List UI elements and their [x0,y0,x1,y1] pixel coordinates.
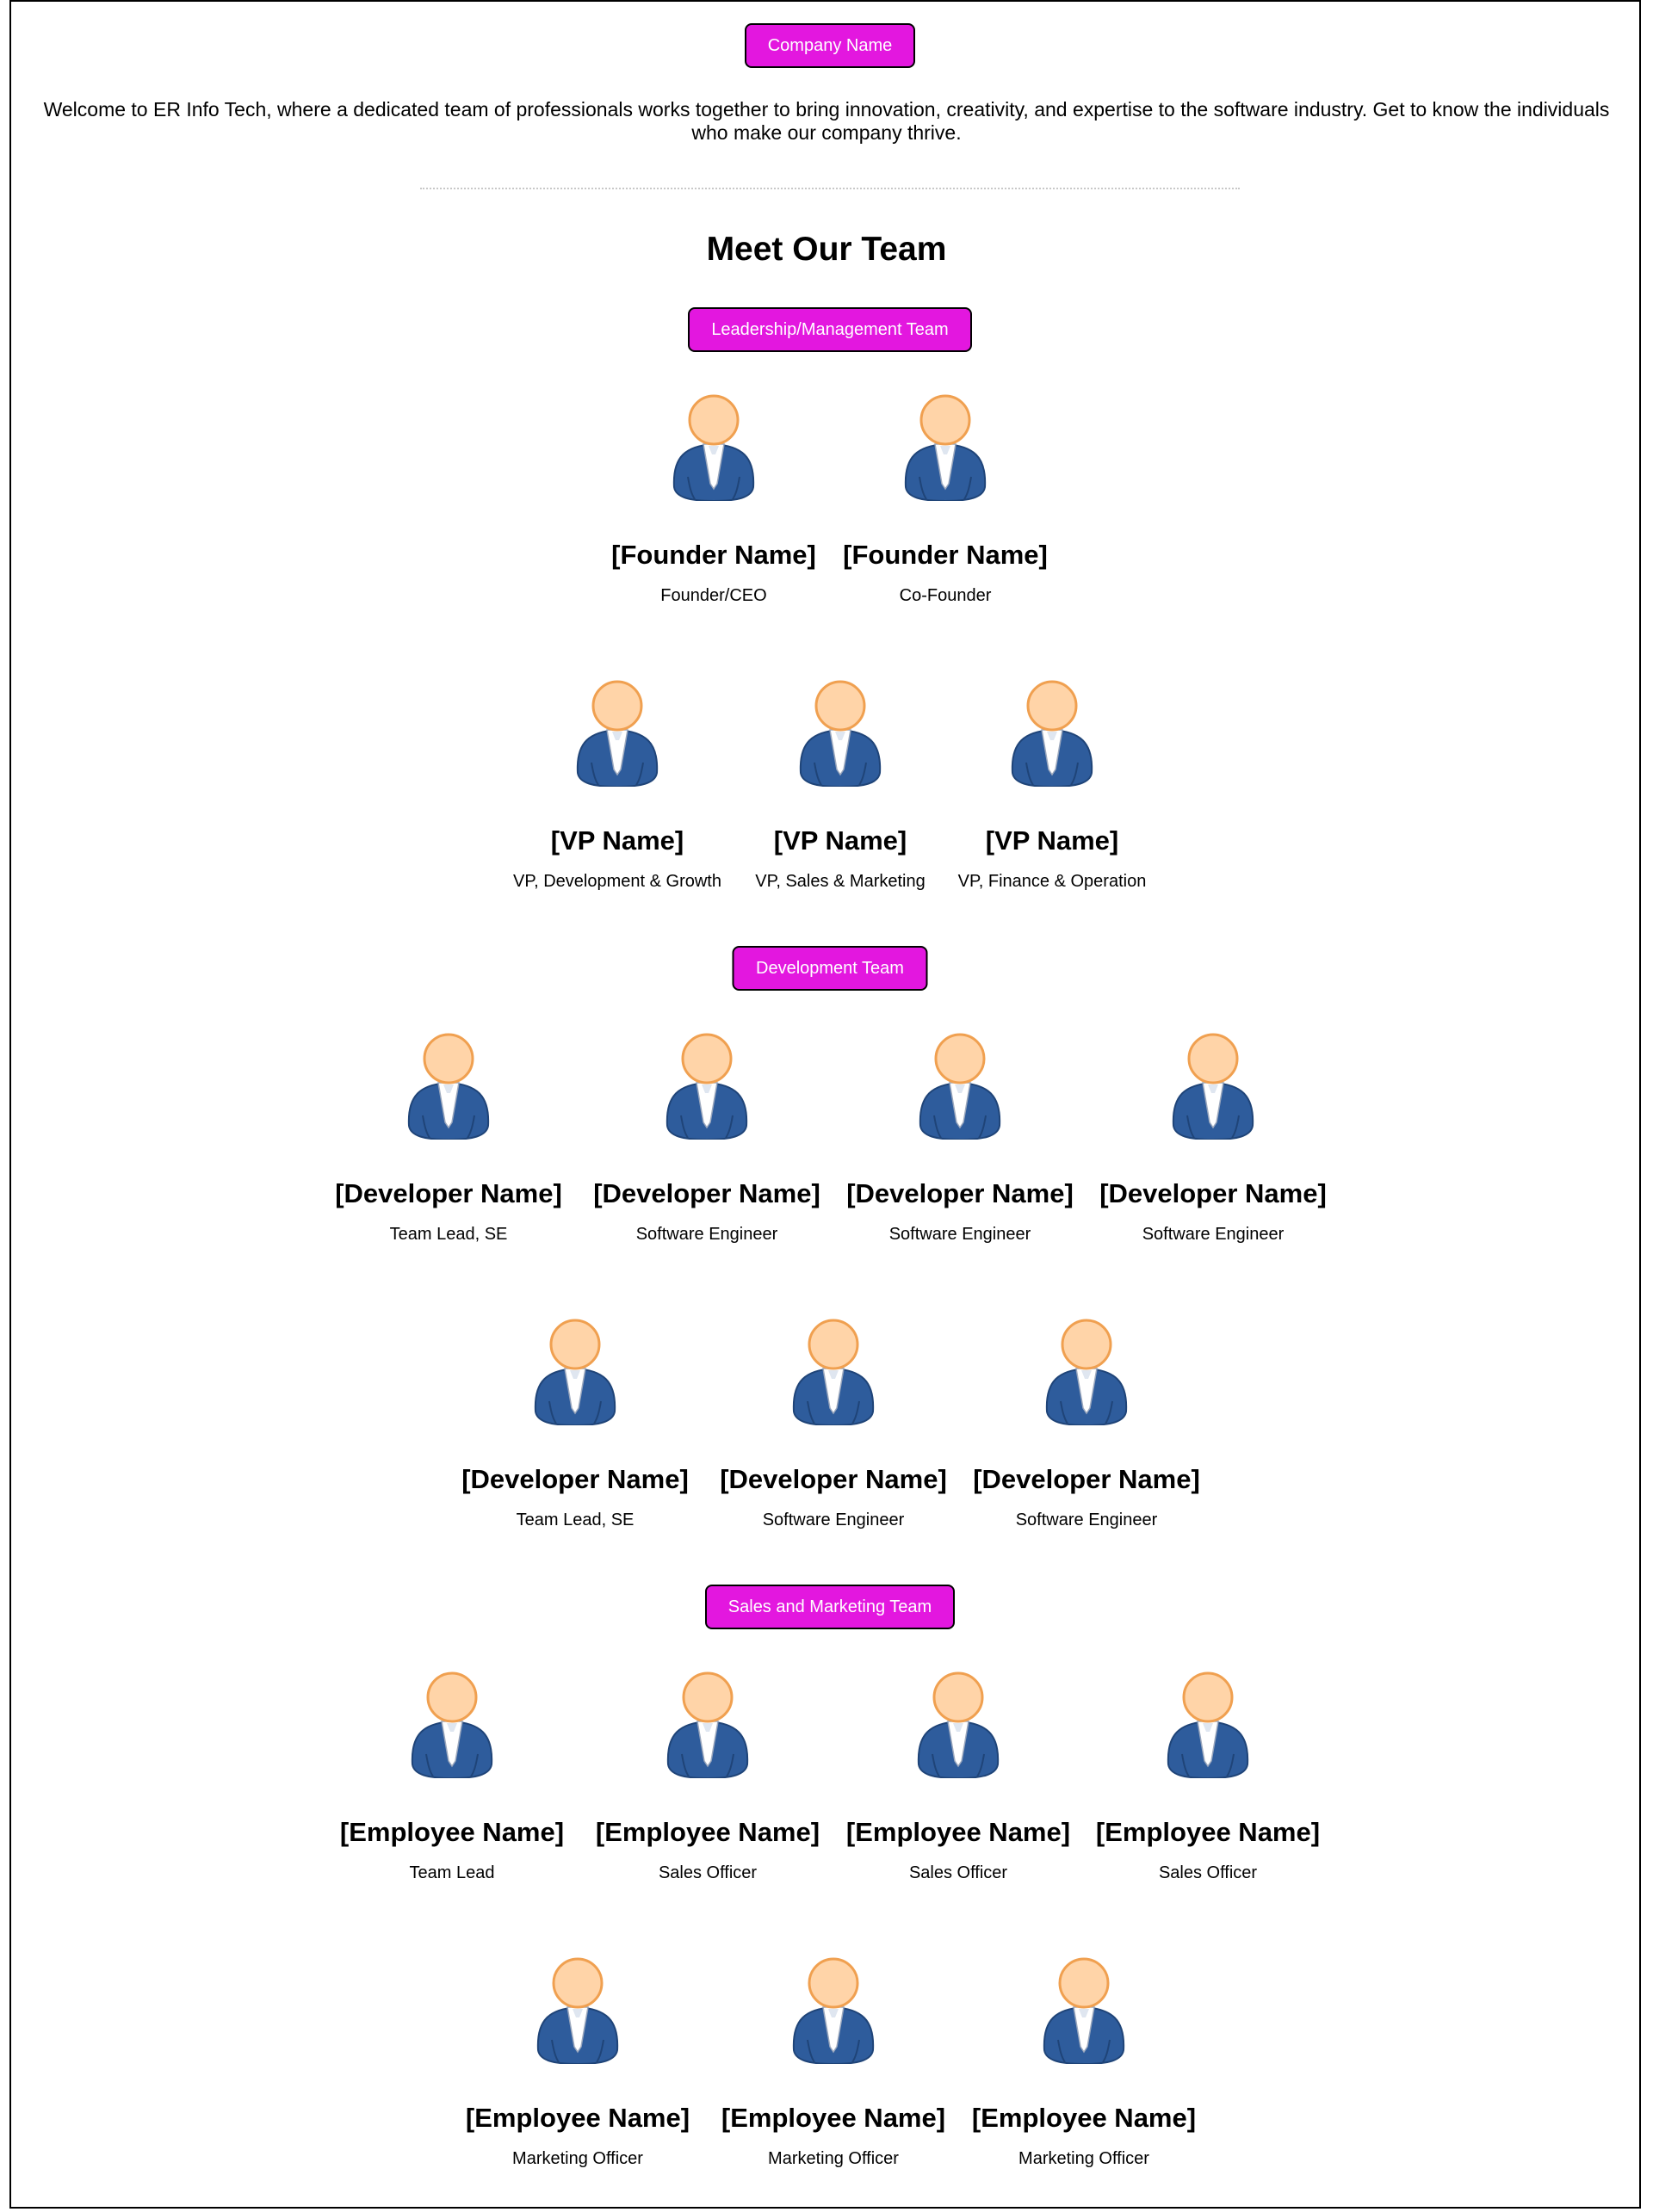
person-icon [792,1319,875,1425]
person-icon [411,1671,493,1778]
team-member-card: [Employee Name] Sales Officer [1079,1671,1337,1883]
person-icon [407,1033,490,1140]
member-role: Team Lead [409,1863,495,1882]
member-role: Sales Officer [1158,1863,1258,1882]
team-member-card: [Employee Name] Team Lead [323,1671,581,1883]
team-member-card: [Developer Name] Software Engineer [957,1319,1216,1530]
member-name: [Developer Name] [461,1464,689,1494]
person-icon [799,680,882,787]
member-name: [Developer Name] [593,1178,820,1208]
member-role: Software Engineer [635,1225,778,1244]
member-name: [Founder Name] [611,540,816,570]
section-label-sales-marketing[interactable]: Sales and Marketing Team [705,1585,955,1629]
page-heading: Meet Our Team [706,231,947,268]
team-member-card: [Developer Name] Team Lead, SE [319,1033,578,1245]
member-role: Co-Founder [899,586,992,605]
member-role: Marketing Officer [768,2149,899,2168]
person-icon [672,394,755,501]
member-name: [Developer Name] [846,1178,1074,1208]
person-icon [1167,1671,1249,1778]
person-icon [1011,680,1093,787]
team-member-card: [Developer Name] Software Engineer [831,1033,1089,1245]
team-member-card: [Founder Name] Co-Founder [816,394,1074,606]
member-role: Sales Officer [658,1863,758,1882]
section-label-development[interactable]: Development Team [732,946,928,991]
member-role: VP, Development & Growth [513,872,721,891]
person-icon [534,1319,616,1425]
member-role: Marketing Officer [1018,2149,1149,2168]
team-member-card: [Developer Name] Software Engineer [1084,1033,1342,1245]
team-member-card: [VP Name] VP, Finance & Operation [923,680,1181,892]
team-member-card: [Employee Name] Marketing Officer [955,1957,1213,2169]
member-name: [Employee Name] [465,2103,690,2133]
member-role: Team Lead, SE [389,1225,508,1244]
person-icon [576,680,659,787]
member-name: [Developer Name] [973,1464,1200,1494]
divider [420,188,1240,189]
member-role: Software Engineer [762,1511,905,1529]
person-icon [904,394,987,501]
team-member-card: [Developer Name] Team Lead, SE [446,1319,704,1530]
person-icon [919,1033,1001,1140]
team-member-card: [VP Name] VP, Development & Growth [488,680,746,892]
person-icon [666,1033,748,1140]
team-member-card: [Developer Name] Software Engineer [578,1033,836,1245]
member-role: Founder/CEO [660,586,767,605]
person-icon [1172,1033,1254,1140]
person-icon [792,1957,875,2064]
person-icon [536,1957,619,2064]
team-member-card: [Employee Name] Marketing Officer [449,1957,707,2169]
team-member-card: [Developer Name] Software Engineer [704,1319,963,1530]
person-icon [1045,1319,1128,1425]
member-name: [Developer Name] [720,1464,947,1494]
team-member-card: [Employee Name] Sales Officer [829,1671,1087,1883]
member-role: VP, Finance & Operation [957,872,1147,891]
member-name: [Employee Name] [1095,1817,1321,1847]
section-label-leadership[interactable]: Leadership/Management Team [688,307,972,352]
member-role: Software Engineer [1142,1225,1285,1244]
team-member-card: [Employee Name] Sales Officer [579,1671,837,1883]
member-role: Sales Officer [908,1863,1008,1882]
company-name-button[interactable]: Company Name [745,23,915,68]
member-name: [Employee Name] [595,1817,820,1847]
member-role: Marketing Officer [512,2149,643,2168]
member-name: [Employee Name] [971,2103,1197,2133]
member-name: [Developer Name] [335,1178,562,1208]
member-name: [Employee Name] [721,2103,946,2133]
member-name: [Employee Name] [845,1817,1071,1847]
member-role: Software Engineer [1015,1511,1158,1529]
member-role: Software Engineer [888,1225,1031,1244]
person-icon [917,1671,1000,1778]
member-name: [Founder Name] [843,540,1048,570]
intro-text: Welcome to ER Info Tech, where a dedicat… [43,98,1610,144]
member-role: Team Lead, SE [516,1511,635,1529]
person-icon [666,1671,749,1778]
member-name: [Employee Name] [339,1817,565,1847]
person-icon [1043,1957,1125,2064]
member-name: [VP Name] [985,825,1119,856]
member-name: [VP Name] [550,825,684,856]
team-member-card: [Employee Name] Marketing Officer [704,1957,963,2169]
member-name: [Developer Name] [1099,1178,1327,1208]
team-member-card: [Founder Name] Founder/CEO [585,394,843,606]
